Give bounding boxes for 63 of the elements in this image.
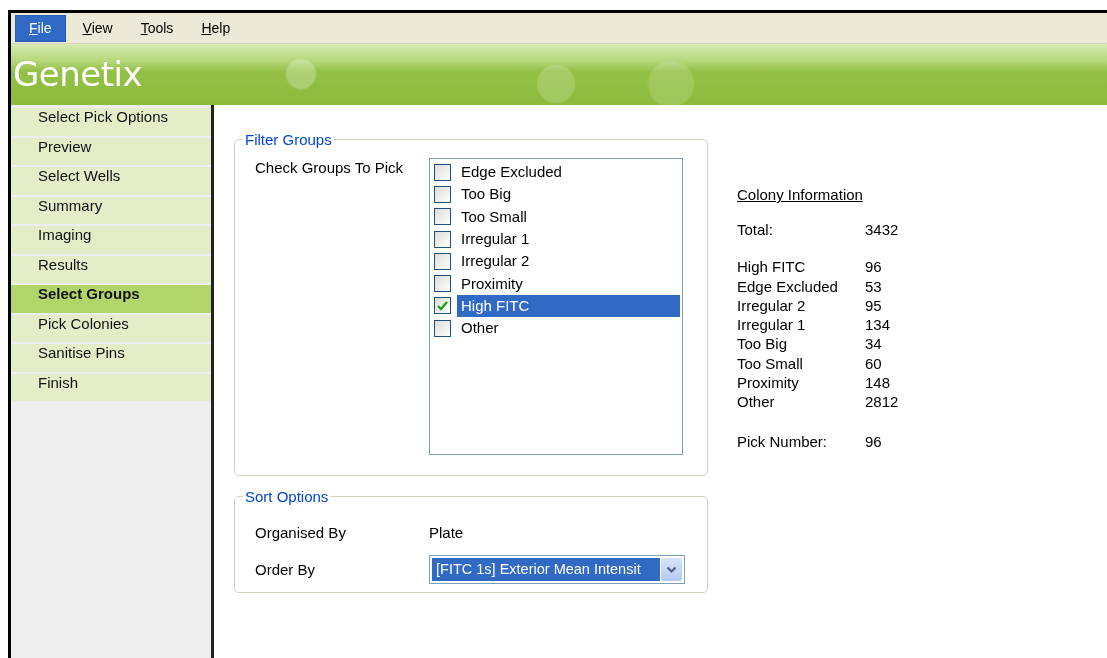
- info-label: Too Small: [737, 353, 804, 374]
- info-value: 95: [865, 295, 883, 316]
- info-label: Irregular 2: [737, 295, 807, 316]
- nav-item[interactable]: Select Groups: [11, 285, 211, 313]
- info-label: Too Big: [737, 334, 789, 354]
- group-title: Sort Options: [244, 488, 330, 505]
- chevron-down-icon: [666, 565, 677, 574]
- menu-item[interactable]: Tools: [129, 16, 185, 40]
- nav-item[interactable]: Preview: [11, 137, 211, 165]
- checkbox[interactable]: [434, 252, 451, 270]
- list-item[interactable]: Other: [457, 317, 680, 340]
- group-title: Filter Groups: [244, 131, 333, 148]
- list-item[interactable]: Too Small: [457, 205, 680, 228]
- nav-item[interactable]: Sanitise Pins: [11, 344, 211, 372]
- field-label: Order By: [255, 559, 316, 580]
- nav-item[interactable]: Pick Colonies: [11, 314, 211, 342]
- info-label: Total:: [737, 220, 774, 240]
- check-icon: [437, 300, 448, 311]
- info-value: 96: [865, 257, 883, 277]
- list-item[interactable]: Too Big: [457, 183, 680, 206]
- info-value: 96: [865, 431, 883, 451]
- info-value: 60: [865, 353, 883, 374]
- checkbox[interactable]: [434, 208, 451, 226]
- list-item[interactable]: High FITC: [457, 294, 680, 317]
- menu-item[interactable]: View: [71, 16, 124, 40]
- info-label: Edge Excluded: [737, 276, 839, 296]
- field-label: Organised By: [255, 523, 347, 543]
- info-value: 134: [865, 315, 892, 335]
- info-label: Pick Number:: [737, 431, 829, 451]
- nav-item[interactable]: Summary: [11, 196, 211, 224]
- info-value: 53: [865, 276, 883, 296]
- dropdown-value: [FITC 1s] Exterior Mean Intensit: [432, 558, 660, 581]
- info-label: Irregular 1: [737, 315, 807, 335]
- info-label: High FITC: [737, 257, 807, 277]
- info-label: Proximity: [737, 373, 800, 393]
- list-item[interactable]: Irregular 2: [457, 250, 680, 273]
- nav-item[interactable]: Select Pick Options: [11, 108, 211, 136]
- section-title: Colony Information: [737, 186, 863, 204]
- info-value: 2812: [865, 392, 899, 412]
- field-value: Plate: [429, 523, 465, 543]
- info-value: 148: [865, 373, 892, 393]
- checkbox[interactable]: [434, 230, 451, 248]
- nav-item[interactable]: Finish: [11, 373, 211, 401]
- checkbox[interactable]: [434, 297, 451, 315]
- dropdown-button[interactable]: [661, 558, 682, 581]
- logo-text: Genetix: [13, 53, 143, 96]
- list-item[interactable]: Proximity: [457, 272, 680, 295]
- checkbox[interactable]: [434, 163, 451, 181]
- order-dropdown[interactable]: [FITC 1s] Exterior Mean Intensit: [429, 555, 685, 584]
- menu-item[interactable]: File: [15, 14, 66, 42]
- nav-item[interactable]: Results: [11, 255, 211, 283]
- checkbox[interactable]: [434, 319, 451, 337]
- info-value: 3432: [865, 220, 899, 240]
- nav-item[interactable]: Select Wells: [11, 167, 211, 195]
- checkbox[interactable]: [434, 275, 451, 293]
- checkbox[interactable]: [434, 185, 451, 203]
- info-value: 34: [865, 334, 883, 354]
- field-label: Check Groups To Pick: [255, 158, 405, 178]
- info-label: Other: [737, 392, 776, 412]
- list-item[interactable]: Irregular 1: [457, 228, 680, 251]
- nav-item[interactable]: Imaging: [11, 226, 211, 254]
- menu-item[interactable]: Help: [190, 16, 242, 40]
- list-item[interactable]: Edge Excluded: [457, 161, 680, 184]
